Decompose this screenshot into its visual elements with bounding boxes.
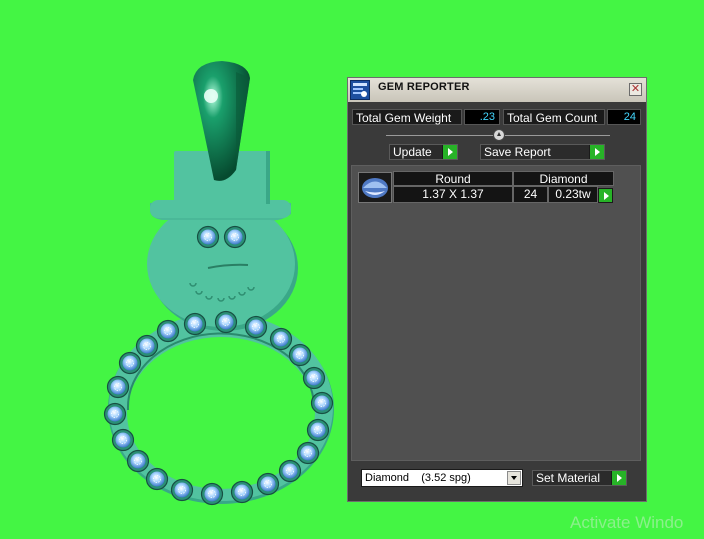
panel-title: GEM REPORTER bbox=[378, 81, 470, 93]
gem-stone bbox=[260, 476, 276, 492]
save-report-button-label: Save Report bbox=[484, 145, 551, 159]
gem-stone bbox=[139, 338, 155, 354]
gem-stone bbox=[187, 316, 203, 332]
material-select[interactable]: Diamond (3.52 spg) bbox=[361, 469, 523, 487]
gem-stone bbox=[122, 355, 138, 371]
close-icon[interactable]: ✕ bbox=[629, 83, 642, 96]
gem-list bbox=[351, 165, 641, 461]
chevron-down-icon[interactable] bbox=[507, 471, 521, 485]
gem-stone bbox=[227, 229, 243, 245]
gem-stone bbox=[306, 370, 322, 386]
total-gem-weight-label: Total Gem Weight bbox=[352, 109, 462, 125]
gem-stone bbox=[110, 379, 126, 395]
gem-stone bbox=[310, 422, 326, 438]
total-gem-count-value: 24 bbox=[607, 109, 641, 125]
panel-titlebar[interactable]: GEM REPORTER ✕ bbox=[348, 78, 646, 102]
total-gem-count-label: Total Gem Count bbox=[503, 109, 605, 125]
update-button[interactable]: Update bbox=[389, 144, 458, 160]
play-arrow-icon bbox=[442, 145, 457, 159]
play-arrow-icon bbox=[611, 471, 626, 485]
gem-stone bbox=[234, 484, 250, 500]
gem-row-action-icon[interactable] bbox=[598, 188, 613, 203]
play-arrow-icon bbox=[589, 145, 604, 159]
gem-reporter-app-icon bbox=[350, 80, 370, 100]
update-button-label: Update bbox=[393, 145, 432, 159]
gem-reporter-panel: GEM REPORTER ✕ Total Gem Weight .23 Tota… bbox=[347, 77, 647, 502]
gem-stone bbox=[248, 319, 264, 335]
gem-stone bbox=[282, 463, 298, 479]
gem-stone bbox=[273, 331, 289, 347]
gem-stone bbox=[200, 229, 216, 245]
gem-size-cell: 1.37 X 1.37 bbox=[393, 186, 513, 203]
gem-stone bbox=[149, 471, 165, 487]
size-slider-thumb[interactable] bbox=[493, 129, 505, 141]
gem-stone bbox=[314, 395, 330, 411]
gem-stone bbox=[174, 482, 190, 498]
gem-stone bbox=[130, 453, 146, 469]
material-select-value: Diamond (3.52 spg) bbox=[365, 472, 471, 484]
activate-windows-watermark: Activate Windo bbox=[570, 513, 684, 532]
gem-stone bbox=[115, 432, 131, 448]
save-report-button[interactable]: Save Report bbox=[480, 144, 605, 160]
gem-count-cell: 24 bbox=[513, 186, 548, 203]
gem-stone bbox=[300, 445, 316, 461]
round-gem-icon bbox=[358, 172, 392, 203]
gem-shape-cell: Round bbox=[393, 171, 513, 186]
gem-stone bbox=[204, 486, 220, 502]
gem-stone bbox=[160, 323, 176, 339]
gem-stone bbox=[218, 314, 234, 330]
gem-stone bbox=[107, 406, 123, 422]
set-material-button[interactable]: Set Material bbox=[532, 470, 627, 486]
gem-material-cell: Diamond bbox=[513, 171, 614, 186]
gem-stone bbox=[292, 347, 308, 363]
set-material-button-label: Set Material bbox=[536, 471, 601, 485]
gem-weight-cell: 0.23tw bbox=[548, 186, 598, 203]
total-gem-weight-value: .23 bbox=[464, 109, 500, 125]
